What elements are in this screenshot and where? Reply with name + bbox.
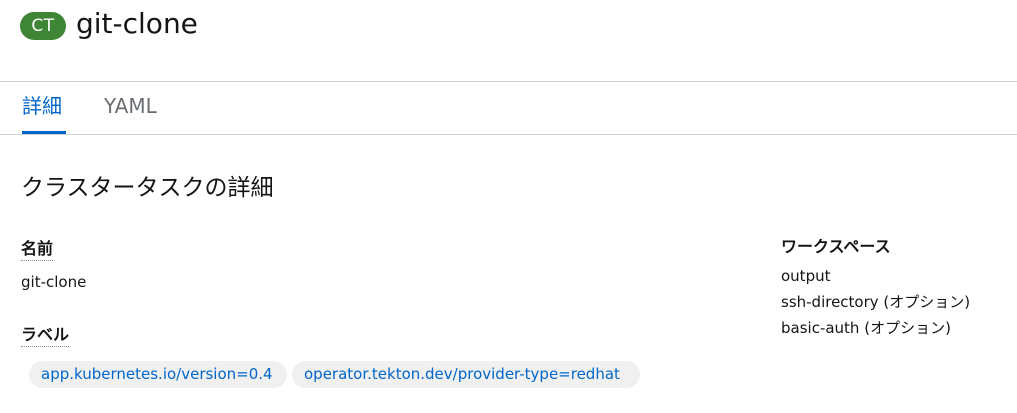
- tab-details[interactable]: 詳細: [22, 82, 66, 134]
- label-chip[interactable]: operator.tekton.dev/provider-type=redhat: [292, 361, 640, 388]
- tab-bar: 詳細 YAML: [0, 82, 1017, 135]
- workspace-name: output: [781, 267, 831, 285]
- workspace-item: basic-auth (オプション): [781, 315, 970, 341]
- resource-kind-badge: CT: [20, 12, 66, 40]
- page-header: CT git-clone: [0, 0, 1017, 82]
- workspace-optional: (オプション): [878, 293, 971, 311]
- section-title: クラスタータスクの詳細: [21, 175, 274, 201]
- name-term[interactable]: 名前: [21, 238, 54, 261]
- workspaces-list: output ssh-directory (オプション) basic-auth …: [781, 263, 970, 341]
- cluster-task-details-page: CT git-clone 詳細 YAML クラスタータスクの詳細 名前 git-…: [0, 0, 1017, 413]
- name-value: git-clone: [21, 273, 87, 291]
- label-chip[interactable]: app.kubernetes.io/version=0.4: [29, 361, 287, 388]
- tab-yaml[interactable]: YAML: [104, 82, 157, 134]
- page-title: git-clone: [76, 7, 198, 40]
- workspace-name: ssh-directory: [781, 293, 879, 311]
- workspace-item: output: [781, 263, 970, 289]
- workspace-optional: (オプション): [859, 319, 951, 337]
- labels-term[interactable]: ラベル: [21, 324, 70, 347]
- workspaces-term: ワークスペース: [781, 237, 891, 256]
- workspace-name: basic-auth: [781, 319, 860, 337]
- workspace-item: ssh-directory (オプション): [781, 289, 970, 315]
